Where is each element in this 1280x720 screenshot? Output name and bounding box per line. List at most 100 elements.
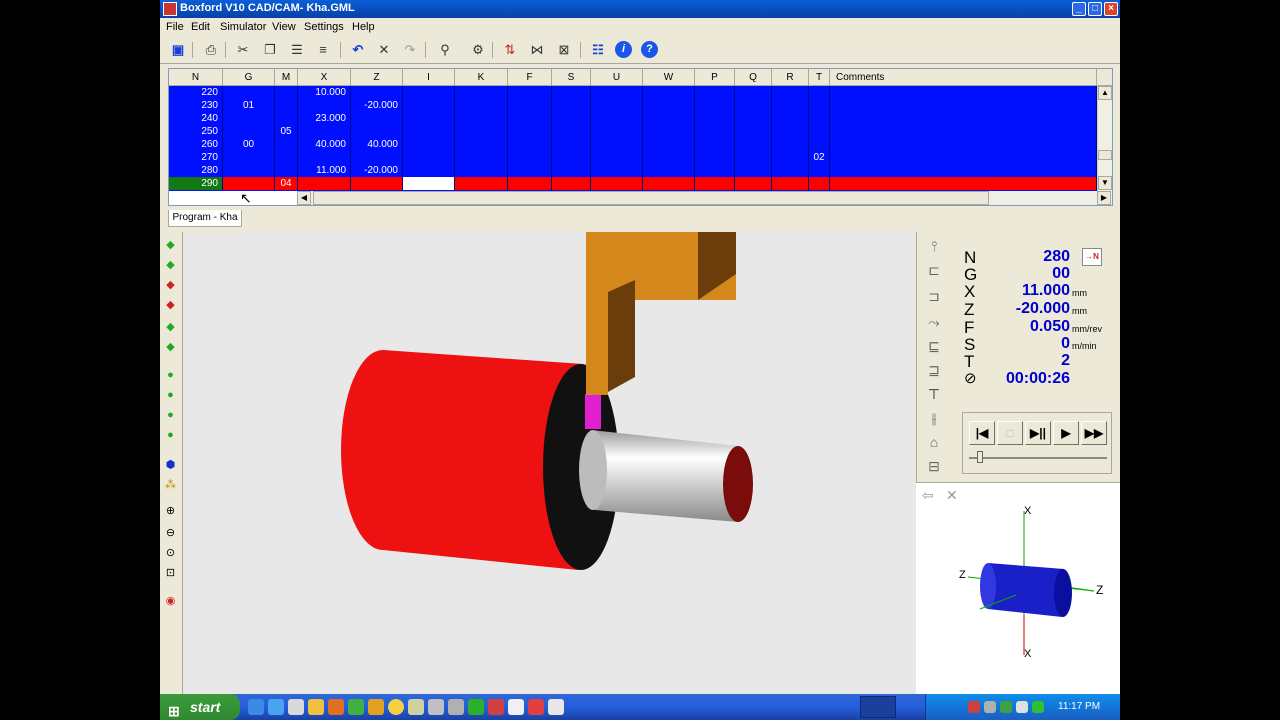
app-icon-1[interactable] <box>288 699 304 715</box>
cell-u[interactable] <box>591 86 643 99</box>
cell-w[interactable] <box>643 151 695 164</box>
pdf-icon[interactable] <box>528 699 544 715</box>
cell-i[interactable] <box>403 125 455 138</box>
help-icon[interactable]: ? <box>641 41 658 58</box>
rotate-x-icon[interactable]: ● <box>163 368 178 383</box>
solid-view-icon[interactable]: ⬢ <box>163 458 178 473</box>
col-g[interactable]: G <box>223 69 275 86</box>
cell-n[interactable]: 240 <box>169 112 223 125</box>
cell-s[interactable] <box>552 86 591 99</box>
cell-s[interactable] <box>552 112 591 125</box>
table-row[interactable]: 250 05 <box>169 125 1097 138</box>
cell-z[interactable] <box>351 151 403 164</box>
tray-icon-2[interactable] <box>984 701 996 713</box>
cell-q[interactable] <box>735 138 772 151</box>
cell-z[interactable]: 40.000 <box>351 138 403 151</box>
paste-icon[interactable]: ☰ <box>287 40 307 60</box>
cell-n[interactable]: 250 <box>169 125 223 138</box>
cell-p[interactable] <box>695 99 735 112</box>
lightning-icon[interactable] <box>368 699 384 715</box>
cell-i[interactable] <box>403 86 455 99</box>
cell-z[interactable]: -20.000 <box>351 164 403 177</box>
steady-icon[interactable]: ⤳ <box>923 312 945 332</box>
cell-s[interactable] <box>552 151 591 164</box>
cell-x[interactable] <box>298 151 351 164</box>
app-icon-2[interactable] <box>408 699 424 715</box>
cell-i[interactable] <box>403 151 455 164</box>
menu-settings[interactable]: Settings <box>304 21 344 33</box>
cell-p[interactable] <box>695 177 735 190</box>
cell-c[interactable] <box>830 151 1097 164</box>
renumber-icon[interactable]: ⇅ <box>500 40 520 60</box>
redo-icon[interactable]: ↷ <box>400 40 420 60</box>
cell-q[interactable] <box>735 86 772 99</box>
view-iso-icon[interactable]: ◆ <box>163 238 178 253</box>
cell-w[interactable] <box>643 125 695 138</box>
cell-r[interactable] <box>772 86 809 99</box>
cell-c[interactable] <box>830 112 1097 125</box>
volume-icon[interactable] <box>1016 701 1028 713</box>
zoom-window-icon[interactable]: ⊡ <box>163 566 178 581</box>
step-button[interactable]: ▶|| <box>1025 421 1051 445</box>
chrome-icon[interactable] <box>348 699 364 715</box>
menu-help[interactable]: Help <box>352 21 375 33</box>
table-row[interactable]: 240 23.000 <box>169 112 1097 125</box>
menu-view[interactable]: View <box>272 21 296 33</box>
cell-s[interactable] <box>552 99 591 112</box>
col-u[interactable]: U <box>591 69 643 86</box>
cell-k[interactable] <box>455 177 508 190</box>
cell-i[interactable] <box>403 138 455 151</box>
cell-x[interactable]: 40.000 <box>298 138 351 151</box>
cell-w[interactable] <box>643 164 695 177</box>
cell-g[interactable]: 01 <box>223 99 275 112</box>
cell-g[interactable] <box>223 86 275 99</box>
cell-r[interactable] <box>772 99 809 112</box>
col-m[interactable]: M <box>275 69 298 86</box>
cell-q[interactable] <box>735 164 772 177</box>
reset-view-icon[interactable]: ◉ <box>163 594 178 609</box>
cell-f[interactable] <box>508 164 552 177</box>
taskbar-window-button[interactable] <box>860 696 896 718</box>
insert-row-icon[interactable]: ≡ <box>313 40 333 60</box>
col-f[interactable]: F <box>508 69 552 86</box>
cell-m[interactable] <box>275 99 298 112</box>
col-z[interactable]: Z <box>351 69 403 86</box>
cell-p[interactable] <box>695 151 735 164</box>
cell-k[interactable] <box>455 112 508 125</box>
col-p[interactable]: P <box>695 69 735 86</box>
cell-w[interactable] <box>643 99 695 112</box>
cell-m[interactable]: 05 <box>275 125 298 138</box>
menu-simulator[interactable]: Simulator <box>220 21 266 33</box>
cell-g[interactable] <box>223 177 275 190</box>
cell-z[interactable] <box>351 86 403 99</box>
app-icon-6[interactable] <box>488 699 504 715</box>
table-row[interactable]: 280 11.000 -20.000 <box>169 164 1097 177</box>
tool-select-icon[interactable]: ⫯ <box>923 236 945 256</box>
cell-f[interactable] <box>508 86 552 99</box>
stock-icon[interactable]: ⊟ <box>923 456 945 476</box>
cell-n[interactable]: 270 <box>169 151 223 164</box>
cell-w[interactable] <box>643 112 695 125</box>
vertical-scrollbar[interactable]: ▲ ▼ <box>1097 86 1112 191</box>
cell-s[interactable] <box>552 164 591 177</box>
view-side-icon[interactable]: ◆ <box>163 298 178 313</box>
cell-x[interactable] <box>298 177 351 190</box>
col-k[interactable]: K <box>455 69 508 86</box>
offset-icon[interactable]: ⫲ <box>923 408 945 428</box>
cell-u[interactable] <box>591 99 643 112</box>
col-i[interactable]: I <box>403 69 455 86</box>
cell-s[interactable] <box>552 125 591 138</box>
cell-t[interactable] <box>809 99 830 112</box>
cell-q[interactable] <box>735 112 772 125</box>
cell-t[interactable] <box>809 177 830 190</box>
cell-z[interactable] <box>351 112 403 125</box>
print-icon[interactable]: ⎙ <box>201 40 221 60</box>
cell-t[interactable] <box>809 112 830 125</box>
horizontal-scrollbar[interactable]: ◀ ▶ <box>297 191 1112 205</box>
cell-x[interactable]: 23.000 <box>298 112 351 125</box>
clear-icon[interactable]: ⊠ <box>554 40 574 60</box>
cell-m[interactable] <box>275 112 298 125</box>
cell-r[interactable] <box>772 112 809 125</box>
folder-icon[interactable] <box>308 699 324 715</box>
view-left-icon[interactable]: ◆ <box>163 320 178 335</box>
